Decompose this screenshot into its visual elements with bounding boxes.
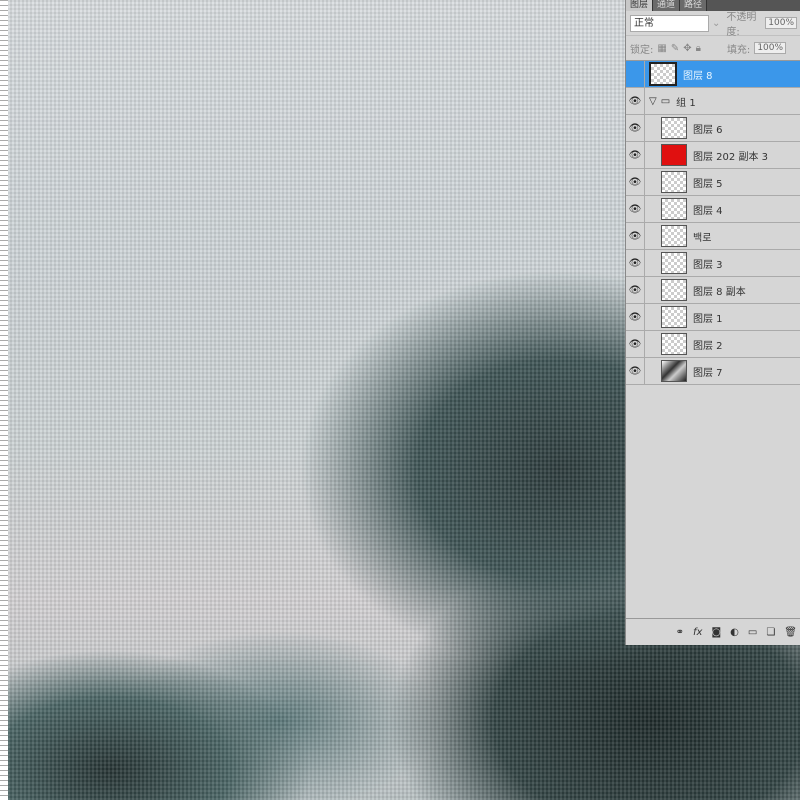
folder-icon: ▭ — [660, 95, 671, 107]
layer-row[interactable]: 👁︎ 图层 2 — [626, 331, 800, 358]
layer-thumbnail — [661, 360, 687, 382]
layer-name: 图层 8 副本 — [693, 286, 746, 298]
layer-thumbnail — [661, 198, 687, 220]
visibility-eye-icon[interactable]: 👁︎ — [626, 196, 645, 222]
layer-row[interactable]: 👁︎ 图层 8 副本 — [626, 277, 800, 304]
lock-move-icon[interactable]: ✥ — [683, 43, 691, 54]
tab-channels[interactable]: 通道 — [653, 0, 681, 11]
layer-row[interactable]: 👁︎ 图层 7 — [626, 358, 800, 385]
fill-input[interactable]: 100% — [754, 42, 787, 54]
layer-name: 图层 7 — [693, 367, 723, 379]
layer-name: 图层 6 — [693, 124, 723, 136]
visibility-eye-icon[interactable]: 👁︎ — [626, 223, 645, 249]
layer-thumbnail — [661, 144, 687, 166]
visibility-eye-icon[interactable]: 👁︎ — [626, 331, 645, 357]
layer-name: 图层 202 副本 3 — [693, 151, 768, 163]
folder-icon[interactable]: ▭ — [748, 627, 757, 638]
lock-all-icon[interactable]: 🔒︎ — [696, 43, 701, 54]
opacity-label: 不透明度: — [726, 12, 757, 38]
layers-panel: 图层 通道 路径 正常 ⌄ 不透明度: 100% 锁定: ▦ ✎ ✥ 🔒︎ 填充:… — [625, 0, 800, 645]
link-icon[interactable]: ⚭ — [676, 627, 684, 638]
fill-label: 填充: — [726, 44, 751, 56]
layer-group[interactable]: 👁︎ ▽ ▭ 组 1 — [626, 88, 800, 115]
lock-label: 锁定: — [630, 44, 654, 56]
layer-row[interactable]: 👁︎ 图层 3 — [626, 250, 800, 277]
layer-row[interactable]: 图层 8 — [626, 61, 800, 88]
opacity-input[interactable]: 100% — [765, 17, 797, 29]
lock-transparency-icon[interactable]: ▦ — [657, 43, 666, 54]
blend-mode-select[interactable]: 正常 ⌄ — [630, 14, 720, 32]
new-layer-icon[interactable]: ❏ — [766, 627, 775, 638]
layer-thumbnail — [649, 62, 677, 86]
visibility-eye-icon[interactable]: 👁︎ — [626, 88, 645, 114]
visibility-eye-icon[interactable]: 👁︎ — [626, 250, 645, 276]
visibility-eye-icon[interactable]: 👁︎ — [626, 277, 645, 303]
visibility-eye-icon[interactable] — [626, 61, 645, 87]
layer-row[interactable]: 👁︎ 图层 4 — [626, 196, 800, 223]
trash-icon[interactable]: 🗑︎ — [784, 627, 797, 638]
tab-paths[interactable]: 路径 — [680, 0, 708, 11]
layer-name: 图层 8 — [683, 70, 713, 82]
layer-row[interactable]: 👁︎ 图层 202 副本 3 — [626, 142, 800, 169]
layer-name: 图层 4 — [693, 205, 723, 217]
layer-name: 图层 2 — [693, 340, 723, 352]
adjustment-icon[interactable]: ◐ — [730, 627, 739, 638]
layer-thumbnail — [661, 279, 687, 301]
layer-thumbnail — [661, 225, 687, 247]
visibility-eye-icon[interactable]: 👁︎ — [626, 358, 645, 384]
visibility-eye-icon[interactable]: 👁︎ — [626, 304, 645, 330]
layer-name: 组 1 — [676, 97, 696, 109]
layer-thumbnail — [661, 306, 687, 328]
chevron-down-icon: ⌄ — [712, 17, 721, 29]
layer-thumbnail — [661, 117, 687, 139]
fx-icon[interactable]: fx — [693, 627, 702, 638]
vertical-ruler — [0, 0, 8, 800]
layer-row[interactable]: 👁︎ 图层 1 — [626, 304, 800, 331]
visibility-eye-icon[interactable]: 👁︎ — [626, 142, 645, 168]
layer-thumbnail — [661, 333, 687, 355]
visibility-eye-icon[interactable]: 👁︎ — [626, 115, 645, 141]
layer-row[interactable]: 👁︎ 图层 5 — [626, 169, 800, 196]
layer-row[interactable]: 👁︎ 백로 — [626, 223, 800, 250]
mask-icon[interactable]: ◙ — [711, 627, 721, 638]
lock-brush-icon[interactable]: ✎ — [671, 43, 679, 54]
layer-thumbnail — [661, 252, 687, 274]
tab-layers[interactable]: 图层 — [626, 0, 654, 11]
layer-name: 图层 3 — [693, 259, 723, 271]
layer-name: 图层 1 — [693, 313, 723, 325]
layer-row[interactable]: 👁︎ 图层 6 — [626, 115, 800, 142]
layer-name: 백로 — [693, 232, 712, 244]
layer-name: 图层 5 — [693, 178, 723, 190]
layer-thumbnail — [661, 171, 687, 193]
expand-triangle-icon[interactable]: ▽ — [649, 96, 657, 107]
visibility-eye-icon[interactable]: 👁︎ — [626, 169, 645, 195]
